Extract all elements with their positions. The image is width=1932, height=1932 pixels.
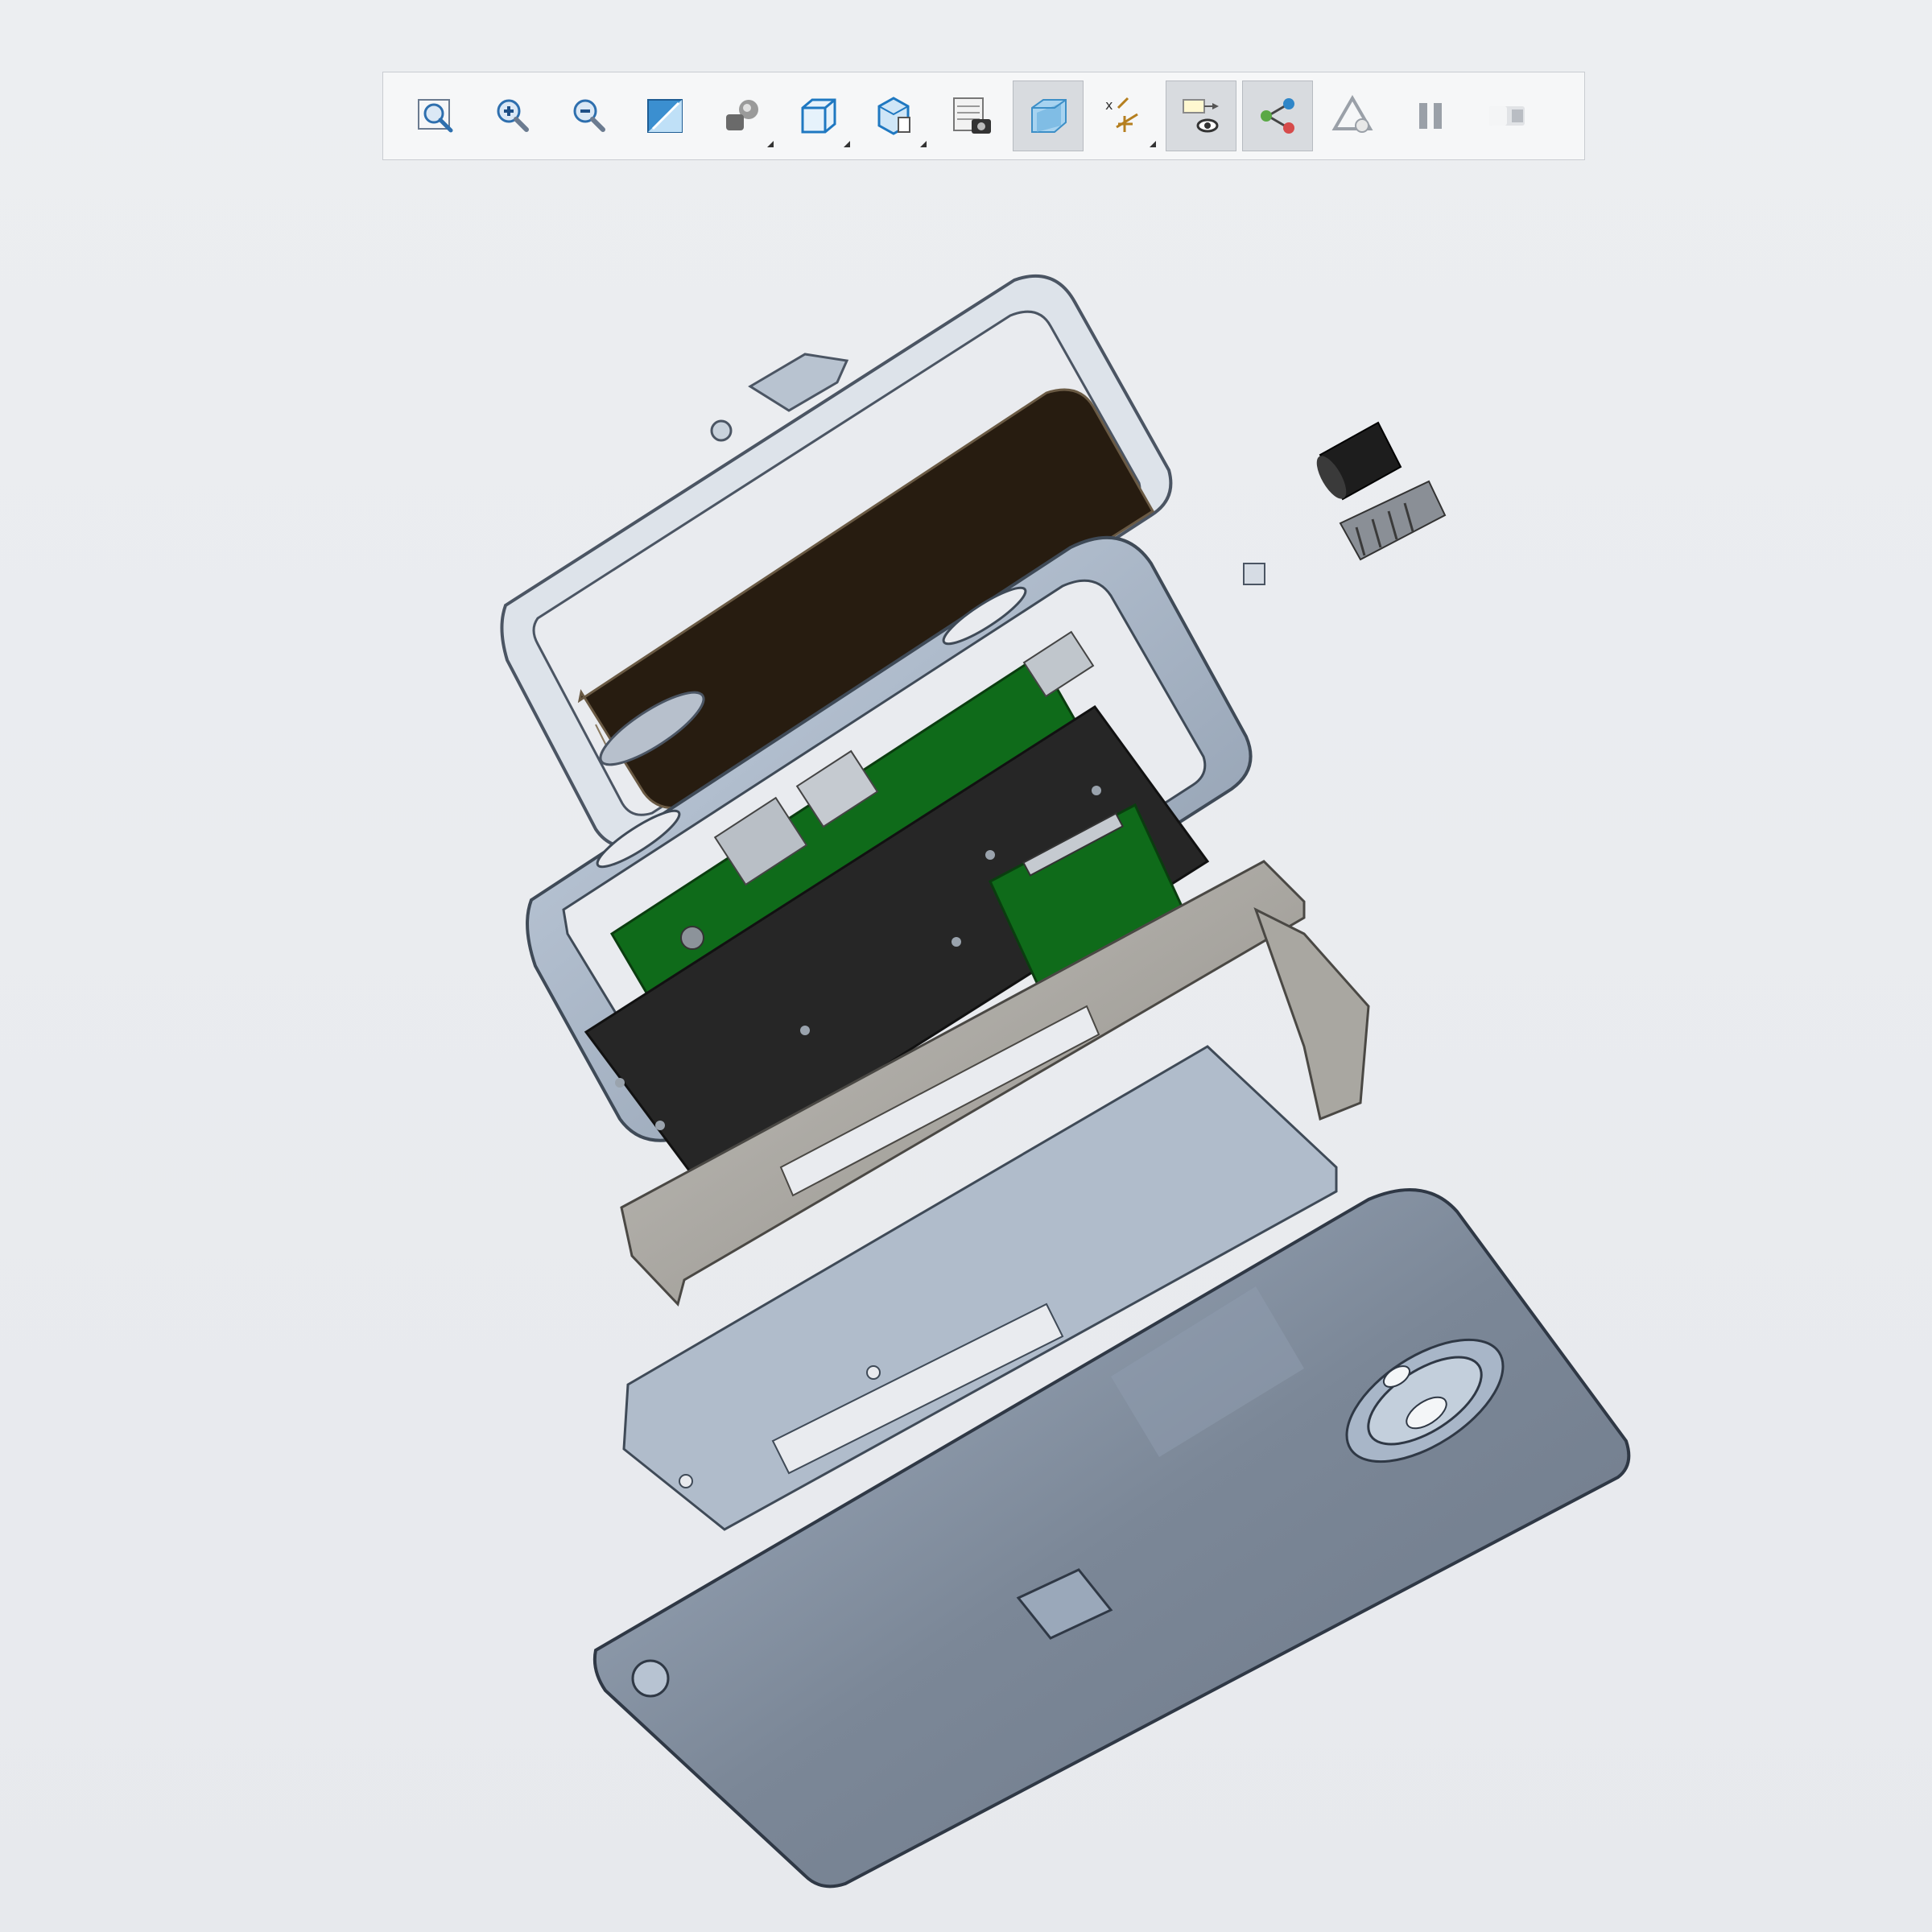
- exploded-assembly-model[interactable]: [0, 0, 1932, 1932]
- focus-knob[interactable]: [1311, 421, 1402, 503]
- small-screw: [1243, 563, 1265, 585]
- knob-thread[interactable]: [1339, 480, 1447, 561]
- 3d-viewport[interactable]: x: [0, 0, 1932, 1932]
